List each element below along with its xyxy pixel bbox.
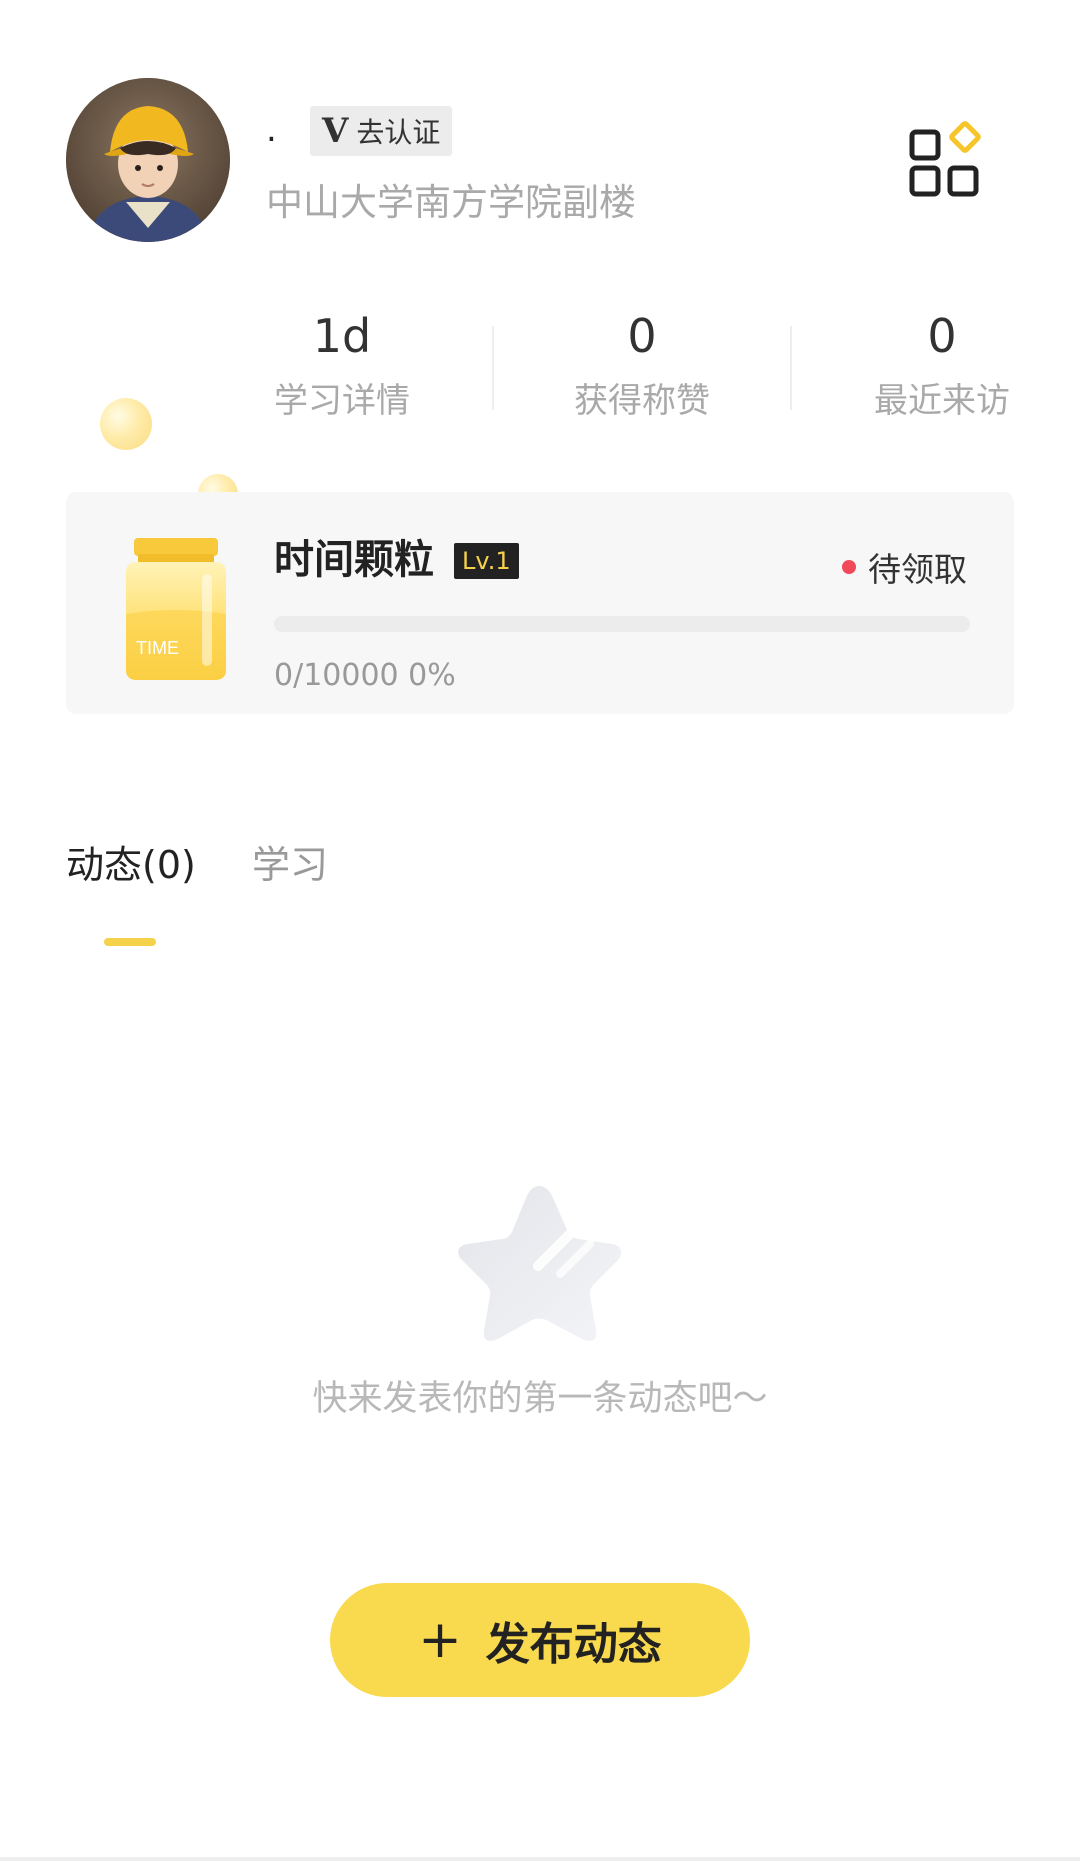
status-dot: [842, 560, 856, 574]
claim-status-label: 待领取: [868, 550, 967, 589]
empty-state-message: 快来发表你的第一条动态吧～: [312, 1379, 768, 1419]
stat-label: 获得称赞: [574, 381, 710, 421]
level-badge: Lv.1: [454, 543, 519, 579]
stat-label: 学习详情: [274, 381, 410, 421]
avatar-image: [66, 78, 230, 242]
stat-divider: [492, 326, 494, 410]
empty-star-icon: [452, 1180, 626, 1350]
stat-value: 0: [627, 309, 657, 363]
jar-label: TIME: [136, 638, 179, 658]
tab-study[interactable]: 学习: [252, 840, 328, 890]
publish-post-button[interactable]: + 发布动态: [330, 1583, 750, 1697]
plus-icon: +: [418, 1610, 462, 1670]
verify-label: 去认证: [356, 116, 441, 149]
tab-active-indicator: [104, 938, 156, 946]
tab-moments[interactable]: 动态(0): [66, 840, 196, 890]
bubble-decoration: [100, 398, 152, 450]
time-jar-icon: TIME: [116, 530, 236, 690]
stat-value: 0: [927, 309, 957, 363]
stat-divider: [790, 326, 792, 410]
stat-study-details[interactable]: 1d 学习详情: [252, 308, 432, 422]
claim-status[interactable]: 待领取: [842, 543, 967, 591]
publish-button-label: 发布动态: [485, 1619, 662, 1670]
stat-value: 1d: [312, 309, 372, 363]
bottom-divider: [0, 1857, 1080, 1861]
progress-text: 0/10000 0%: [274, 658, 456, 693]
apps-grid-icon[interactable]: [908, 120, 984, 200]
stat-recent-visitors[interactable]: 0 最近来访: [852, 308, 1032, 422]
time-card-title: 时间颗粒: [274, 537, 434, 583]
school-location: 中山大学南方学院副楼: [266, 181, 636, 224]
stat-label: 最近来访: [874, 381, 1010, 421]
avatar[interactable]: [66, 78, 230, 242]
verify-button[interactable]: V 去认证: [310, 106, 453, 156]
stat-likes[interactable]: 0 获得称赞: [552, 308, 732, 422]
nickname: .: [266, 110, 277, 150]
progress-bar: [274, 616, 970, 632]
verify-v-icon: V: [322, 111, 349, 151]
